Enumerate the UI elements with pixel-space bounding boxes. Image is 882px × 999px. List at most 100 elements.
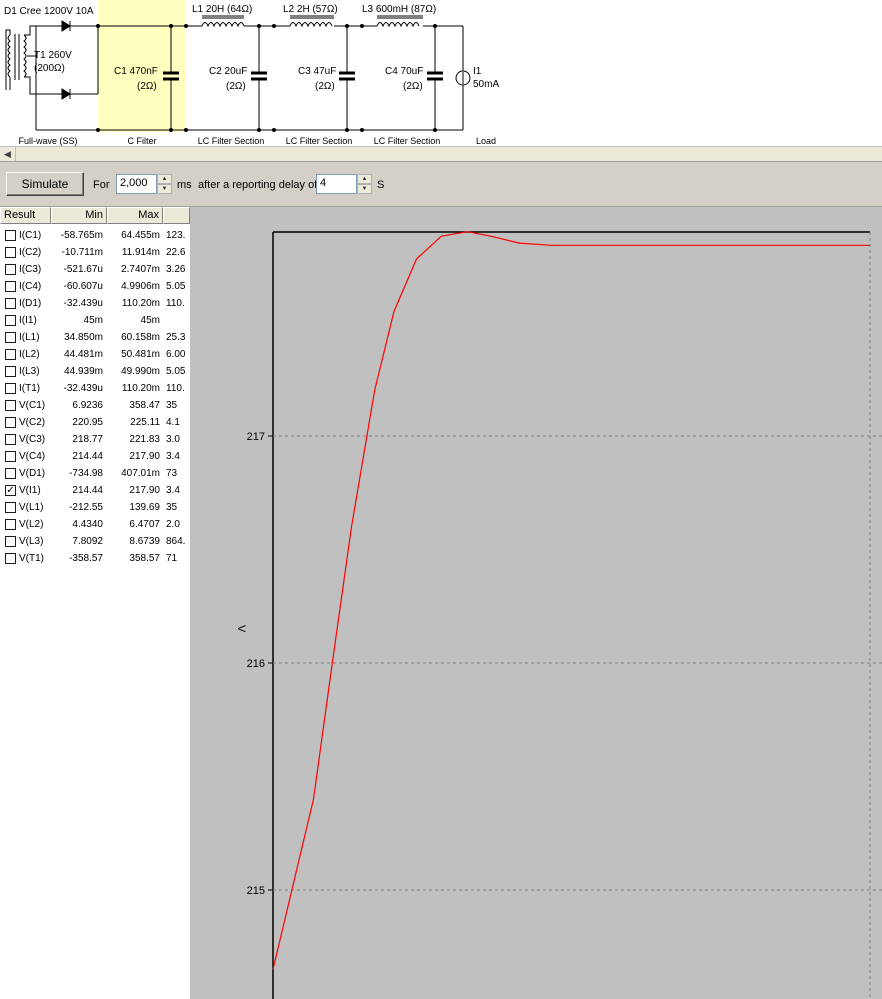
c4-name-label: C4 70uF xyxy=(385,66,424,77)
simulate-button[interactable]: Simulate xyxy=(6,172,84,196)
horizontal-scrollbar[interactable]: ◀ xyxy=(0,146,882,162)
result-min: 220.95 xyxy=(72,417,103,428)
result-row[interactable]: I(L3) 44.939m 49.990m 5.05 xyxy=(0,363,190,380)
result-range: 123. xyxy=(166,230,186,241)
result-row[interactable]: V(L2) 4.4340 6.4707 2.0 xyxy=(0,516,190,533)
result-max: 407.01m xyxy=(121,468,160,479)
result-row[interactable]: V(L1) -212.55 139.69 35 xyxy=(0,499,190,516)
l2-label: L2 2H (57Ω) xyxy=(283,4,338,15)
result-min: -734.98 xyxy=(69,468,103,479)
column-header-result[interactable]: Result xyxy=(0,207,51,224)
scroll-left-icon[interactable]: ◀ xyxy=(0,147,16,161)
result-row[interactable]: I(T1) -32.439u 110.20m 110. xyxy=(0,380,190,397)
result-max: 110.20m xyxy=(121,298,160,309)
result-name: I(D1) xyxy=(19,298,42,309)
result-checkbox[interactable] xyxy=(5,400,16,411)
result-name: V(C2) xyxy=(19,417,46,428)
result-checkbox[interactable] xyxy=(5,349,16,360)
result-min: -212.55 xyxy=(69,502,103,513)
result-name: I(I1) xyxy=(19,315,37,326)
result-min: -10.711m xyxy=(61,247,103,258)
result-range: 3.0 xyxy=(166,434,180,445)
spin-up-icon[interactable]: ▲ xyxy=(157,174,172,184)
result-checkbox[interactable] xyxy=(5,434,16,445)
result-checkbox[interactable] xyxy=(5,553,16,564)
result-row[interactable]: V(C4) 214.44 217.90 3.4 xyxy=(0,448,190,465)
waveform-plot[interactable]: 217 216 215 V xyxy=(190,207,882,999)
y-tick-label: 215 xyxy=(247,885,265,897)
result-row[interactable]: I(C4) -60.607u 4.9906m 5.05 xyxy=(0,278,190,295)
result-min: -32.439u xyxy=(63,298,103,309)
column-header-min[interactable]: Min xyxy=(51,207,107,224)
duration-input[interactable]: 2,000 xyxy=(116,174,157,194)
result-checkbox[interactable] xyxy=(5,281,16,292)
result-checkbox[interactable] xyxy=(5,230,16,241)
result-max: 49.990m xyxy=(121,366,160,377)
series-line-v-i1 xyxy=(272,231,870,970)
result-min: -358.57 xyxy=(69,553,103,564)
result-name: I(L2) xyxy=(19,349,40,360)
c2-name-label: C2 20uF xyxy=(209,66,248,77)
result-range: 3.4 xyxy=(166,451,180,462)
result-row[interactable]: I(C2) -10.711m 11.914m 22.6 xyxy=(0,244,190,261)
spin-up-icon[interactable]: ▲ xyxy=(357,174,372,184)
result-row[interactable]: I(L2) 44.481m 50.481m 6.00 xyxy=(0,346,190,363)
result-min: 44.481m xyxy=(64,349,103,360)
delay-label: after a reporting delay of xyxy=(198,179,318,191)
result-checkbox[interactable] xyxy=(5,451,16,462)
result-checkbox[interactable] xyxy=(5,332,16,343)
result-row[interactable]: V(D1) -734.98 407.01m 73 xyxy=(0,465,190,482)
delay-input[interactable]: 4 xyxy=(316,174,357,194)
result-max: 358.57 xyxy=(129,553,160,564)
result-name: V(I1) xyxy=(19,485,41,496)
result-checkbox[interactable] xyxy=(5,519,16,530)
result-checkbox[interactable] xyxy=(5,536,16,547)
result-checkbox[interactable] xyxy=(5,264,16,275)
result-max: 50.481m xyxy=(121,349,160,360)
result-max: 11.914m xyxy=(121,247,160,258)
result-checkbox[interactable] xyxy=(5,383,16,394)
result-row[interactable]: I(D1) -32.439u 110.20m 110. xyxy=(0,295,190,312)
spin-down-icon[interactable]: ▼ xyxy=(157,184,172,194)
result-range: 3.4 xyxy=(166,485,180,496)
result-row[interactable]: V(C3) 218.77 221.83 3.0 xyxy=(0,431,190,448)
result-range: 71 xyxy=(166,553,178,564)
result-checkbox[interactable] xyxy=(5,366,16,377)
plot-canvas: 217 216 215 V xyxy=(235,231,882,999)
result-min: 4.4340 xyxy=(72,519,103,530)
result-checkbox[interactable] xyxy=(5,502,16,513)
result-checkbox[interactable] xyxy=(5,417,16,428)
result-checkbox[interactable] xyxy=(5,298,16,309)
result-range: 864. xyxy=(166,536,186,547)
result-max: 2.7407m xyxy=(121,264,160,275)
result-range: 25.3 xyxy=(166,332,186,343)
duration-spinner[interactable]: ▲ ▼ xyxy=(157,174,172,194)
column-header-range[interactable] xyxy=(163,207,190,224)
ms-label: ms xyxy=(177,179,192,191)
result-row[interactable]: V(T1) -358.57 358.57 71 xyxy=(0,550,190,567)
result-row[interactable]: I(I1) 45m 45m xyxy=(0,312,190,329)
result-name: I(C4) xyxy=(19,281,42,292)
c3-res-label: (2Ω) xyxy=(315,81,335,92)
result-checkbox[interactable] xyxy=(5,468,16,479)
c3-name-label: C3 47uF xyxy=(298,66,337,77)
result-min: -58.765m xyxy=(60,230,103,241)
result-row[interactable]: I(L1) 34.850m 60.158m 25.3 xyxy=(0,329,190,346)
result-row[interactable]: I(C3) -521.67u 2.7407m 3.26 xyxy=(0,261,190,278)
result-range: 35 xyxy=(166,400,178,411)
column-header-max[interactable]: Max xyxy=(107,207,163,224)
spin-down-icon[interactable]: ▼ xyxy=(357,184,372,194)
result-checkbox[interactable] xyxy=(5,315,16,326)
result-row[interactable]: I(C1) -58.765m 64.455m 123. xyxy=(0,227,190,244)
transformer-symbol xyxy=(5,25,37,130)
result-row[interactable]: V(L3) 7.8092 8.6739 864. xyxy=(0,533,190,550)
result-name: I(L1) xyxy=(19,332,40,343)
result-checkbox[interactable]: ✓ xyxy=(5,485,16,496)
result-range: 22.6 xyxy=(166,247,186,258)
result-row[interactable]: V(C2) 220.95 225.11 4.1 xyxy=(0,414,190,431)
section-label-lc-3: LC Filter Section xyxy=(373,136,441,146)
result-row[interactable]: ✓ V(I1) 214.44 217.90 3.4 xyxy=(0,482,190,499)
result-checkbox[interactable] xyxy=(5,247,16,258)
delay-spinner[interactable]: ▲ ▼ xyxy=(357,174,372,194)
result-row[interactable]: V(C1) 6.9236 358.47 35 xyxy=(0,397,190,414)
